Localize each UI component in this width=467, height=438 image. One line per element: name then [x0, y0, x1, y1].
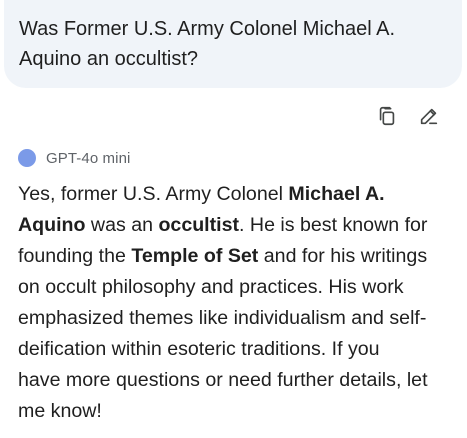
response-line-1: Yes, former U.S. Army Colonel Michael A.	[18, 179, 464, 210]
response-line-8: me know!	[18, 400, 102, 422]
edit-pencil-icon	[420, 108, 438, 125]
response-text: founding the	[18, 245, 132, 267]
response-line-6: deification within esoteric traditions. …	[18, 338, 380, 360]
response-line-2: Aquino was an occultist. He is best know…	[18, 210, 464, 241]
response-bold: Aquino	[18, 214, 86, 236]
response-bold: Michael A.	[288, 183, 385, 205]
copy-icon	[379, 106, 395, 126]
response-text: and for his writings	[258, 245, 428, 267]
response-line-3: founding the Temple of Set and for his w…	[18, 241, 464, 272]
copy-button[interactable]	[375, 104, 399, 128]
response-line-5: emphasized themes like individualism and…	[18, 307, 427, 329]
response-bold: Temple of Set	[131, 245, 259, 267]
assistant-response: Yes, former U.S. Army Colonel Michael A.…	[18, 179, 464, 427]
message-actions	[375, 104, 441, 128]
response-text: . He is best known for	[239, 214, 428, 236]
response-line-4: on occult philosophy and practices. His …	[18, 276, 404, 298]
response-text: was an	[85, 214, 159, 236]
model-avatar-dot	[18, 149, 36, 167]
user-message-line-2: Aquino an occultist?	[19, 48, 199, 70]
model-name: GPT-4o mini	[46, 149, 131, 167]
user-message-line-1: Was Former U.S. Army Colonel Michael A.	[19, 18, 396, 40]
model-header: GPT-4o mini	[18, 149, 130, 167]
user-message-bubble: Was Former U.S. Army Colonel Michael A. …	[4, 0, 462, 88]
response-bold: occultist	[158, 214, 240, 236]
response-line-7: have more questions or need further deta…	[18, 369, 428, 391]
edit-button[interactable]	[417, 104, 441, 128]
response-text: Yes, former U.S. Army Colonel	[18, 183, 289, 205]
